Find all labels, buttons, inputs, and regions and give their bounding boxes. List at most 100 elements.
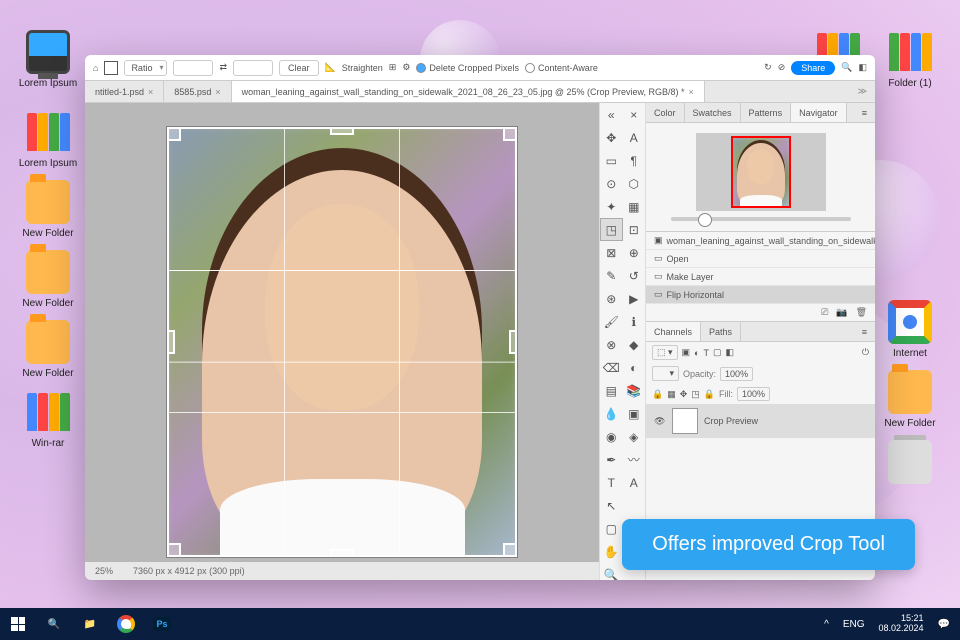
stamp-tool-icon[interactable]: ⊗ bbox=[600, 333, 623, 356]
path-select-icon[interactable]: ↖ bbox=[600, 494, 623, 517]
tab-overflow[interactable]: ≫ bbox=[850, 86, 875, 97]
canvas-area[interactable]: 25% 7360 px x 4912 px (300 ppi) bbox=[85, 103, 599, 580]
clock[interactable]: 15:21 08.02.2024 bbox=[879, 614, 924, 634]
desktop-icon-chrome[interactable]: Internet bbox=[878, 300, 942, 359]
history-item[interactable]: ▭Flip Horizontal bbox=[646, 286, 875, 304]
explorer-button[interactable]: 📁 bbox=[72, 608, 108, 640]
clone-icon[interactable]: ⊕ bbox=[623, 241, 646, 264]
text-tool-icon[interactable]: T bbox=[600, 471, 623, 494]
tab-patterns[interactable]: Patterns bbox=[741, 103, 792, 122]
crop-tool-icon[interactable]: ◳ bbox=[600, 218, 623, 241]
document-tab[interactable]: 8585.psd× bbox=[164, 81, 231, 102]
filter-shape-icon[interactable]: ▢ bbox=[713, 347, 722, 358]
opacity-input[interactable]: 100% bbox=[720, 367, 753, 381]
brush-tool-icon[interactable]: 🖌 bbox=[600, 310, 623, 333]
straighten-icon[interactable]: 📐 bbox=[325, 62, 336, 73]
library-icon[interactable]: 📚 bbox=[623, 379, 646, 402]
document-tab[interactable]: ntitled-1.psd× bbox=[85, 81, 164, 102]
notifications-icon[interactable]: 💬 bbox=[938, 619, 950, 630]
crop-handle[interactable] bbox=[330, 127, 354, 135]
tab-swatches[interactable]: Swatches bbox=[685, 103, 741, 122]
tab-channels[interactable]: Channels bbox=[646, 322, 701, 341]
history-item[interactable]: ▭Make Layer bbox=[646, 268, 875, 286]
lock-icon[interactable]: 🔒 bbox=[652, 389, 663, 400]
lock-artboard-icon[interactable]: ◳ bbox=[691, 389, 700, 400]
clear-button[interactable]: Clear bbox=[279, 60, 319, 76]
hand-tool-icon[interactable]: ✋ bbox=[600, 540, 623, 563]
navigator-thumbnail[interactable] bbox=[696, 133, 826, 211]
desktop-icon-folder[interactable]: New Folder bbox=[16, 320, 80, 379]
swap-icon[interactable]: ⇄ bbox=[219, 62, 227, 73]
filter-adjust-icon[interactable]: ◐ bbox=[694, 348, 699, 358]
desktop-icon-folder[interactable]: New Folder bbox=[16, 250, 80, 309]
desktop-icon-folder1[interactable]: Folder (1) bbox=[878, 30, 942, 89]
move-tool-icon[interactable]: ✥ bbox=[600, 126, 623, 149]
zoom-slider[interactable] bbox=[671, 217, 851, 221]
blur-tool-icon[interactable]: 💧 bbox=[600, 402, 623, 425]
chrome-button[interactable] bbox=[108, 608, 144, 640]
filter-toggle-icon[interactable]: ⏻ bbox=[862, 347, 869, 358]
workspace-icon[interactable]: ◧ bbox=[858, 62, 867, 73]
close-icon[interactable]: × bbox=[148, 87, 153, 97]
desktop-icon-folder[interactable]: New Folder bbox=[16, 180, 80, 239]
type-icon[interactable]: A bbox=[623, 471, 646, 494]
pen-tool-icon[interactable]: ✒ bbox=[600, 448, 623, 471]
search-icon[interactable]: 🔍 bbox=[841, 62, 852, 73]
delete-cropped-checkbox[interactable]: Delete Cropped Pixels bbox=[416, 63, 519, 73]
zoom-level[interactable]: 25% bbox=[95, 566, 113, 576]
type-tool-icon[interactable]: A bbox=[623, 126, 646, 149]
close-icon[interactable]: × bbox=[215, 87, 220, 97]
history-icon[interactable]: ↺ bbox=[623, 264, 646, 287]
zoom-tool-icon[interactable]: 🔍 bbox=[600, 563, 623, 580]
info-icon[interactable]: ℹ bbox=[623, 310, 646, 333]
action-icon[interactable]: ▶ bbox=[623, 287, 646, 310]
crop-tool-icon[interactable] bbox=[104, 61, 118, 75]
frame-tool-icon[interactable]: ⊠ bbox=[600, 241, 623, 264]
filter-type-icon[interactable]: T bbox=[703, 348, 709, 358]
glyph-icon[interactable]: ⬡ bbox=[623, 172, 646, 195]
cancel-icon[interactable]: ⊘ bbox=[778, 62, 786, 73]
panel-close-icon[interactable]: × bbox=[623, 103, 646, 126]
tab-paths[interactable]: Paths bbox=[701, 322, 741, 341]
eraser-tool-icon[interactable]: ⌫ bbox=[600, 356, 623, 379]
wand-tool-icon[interactable]: ✦ bbox=[600, 195, 623, 218]
desktop-icon-trash[interactable] bbox=[878, 440, 942, 488]
trash-icon[interactable]: 🗑 bbox=[856, 307, 867, 318]
layer-filter-dropdown[interactable]: ⬚ ▾ bbox=[652, 345, 678, 360]
lock-position-icon[interactable]: ✥ bbox=[680, 389, 688, 400]
lock-pixels-icon[interactable]: ▦ bbox=[667, 389, 676, 400]
tray-chevron-icon[interactable]: ^ bbox=[824, 619, 829, 630]
properties-icon[interactable]: ◆ bbox=[623, 333, 646, 356]
gear-icon[interactable]: ⚙ bbox=[402, 62, 410, 73]
swatch-icon[interactable]: ▦ bbox=[623, 195, 646, 218]
layer-thumbnail[interactable] bbox=[672, 408, 698, 434]
content-aware-checkbox[interactable]: Content-Aware bbox=[525, 63, 598, 73]
crop-overlay[interactable] bbox=[167, 127, 517, 557]
gradient-tool-icon[interactable]: ▤ bbox=[600, 379, 623, 402]
photoshop-button[interactable]: Ps bbox=[144, 608, 180, 640]
crop-handle[interactable] bbox=[167, 127, 181, 141]
lock-all-icon[interactable]: 🔒 bbox=[704, 389, 715, 400]
paragraph-icon[interactable]: ¶ bbox=[623, 149, 646, 172]
history-item[interactable]: ▭Open bbox=[646, 250, 875, 268]
panel-menu-icon[interactable]: ≡ bbox=[854, 322, 875, 341]
width-input[interactable] bbox=[173, 60, 213, 76]
heal-tool-icon[interactable]: ⊛ bbox=[600, 287, 623, 310]
dodge-tool-icon[interactable]: ◉ bbox=[600, 425, 623, 448]
eyedropper-icon[interactable]: ✎ bbox=[600, 264, 623, 287]
crop-handle[interactable] bbox=[509, 330, 517, 354]
reset-icon[interactable]: ↻ bbox=[764, 62, 772, 73]
canvas-image[interactable] bbox=[167, 127, 517, 557]
adjust-icon[interactable]: ◐ bbox=[623, 356, 646, 379]
layer-icon[interactable]: ▣ bbox=[623, 402, 646, 425]
desktop-icon-books[interactable]: Lorem Ipsum bbox=[16, 110, 80, 169]
artboard-tool-icon[interactable]: ▭ bbox=[600, 149, 623, 172]
filter-smart-icon[interactable]: ◧ bbox=[726, 347, 735, 358]
crop-handle[interactable] bbox=[503, 127, 517, 141]
blend-mode-dropdown[interactable]: ▾ bbox=[652, 366, 679, 381]
height-input[interactable] bbox=[233, 60, 273, 76]
visibility-icon[interactable]: 👁 bbox=[654, 416, 666, 427]
navigator-viewport[interactable] bbox=[731, 136, 791, 208]
tab-navigator[interactable]: Navigator bbox=[791, 103, 847, 122]
ratio-dropdown[interactable]: Ratio bbox=[124, 60, 167, 76]
